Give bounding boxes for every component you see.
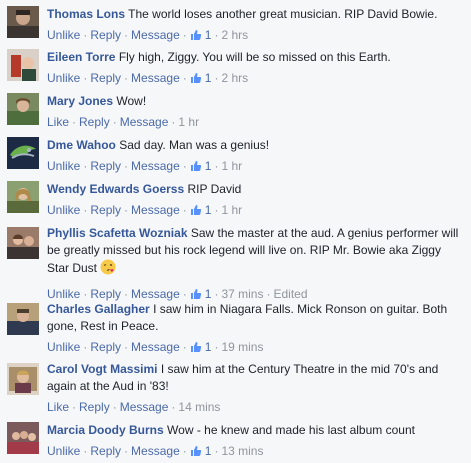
- comment-feed: Thomas Lons The world loses another grea…: [0, 0, 471, 463]
- comment-actions: Unlike · Reply · Message · 1 · 19 mins: [47, 339, 459, 358]
- like-count[interactable]: 1: [190, 28, 211, 42]
- commenter-name[interactable]: Charles Gallagher: [47, 302, 150, 316]
- message-link[interactable]: Message: [131, 203, 180, 217]
- reply-link[interactable]: Reply: [79, 400, 110, 414]
- reply-link[interactable]: Reply: [90, 444, 121, 458]
- thumbs-up-icon: [190, 341, 202, 358]
- reply-link[interactable]: Reply: [90, 287, 121, 301]
- timestamp[interactable]: 37 mins: [221, 287, 263, 301]
- avatar[interactable]: [7, 49, 39, 81]
- thumbs-up-icon: [190, 160, 202, 177]
- like-link[interactable]: Like: [47, 400, 69, 414]
- timestamp[interactable]: 2 hrs: [221, 28, 248, 42]
- avatar[interactable]: [7, 6, 39, 38]
- message-link[interactable]: Message: [131, 28, 180, 42]
- comment-actions: Like · Reply · Message · 1 hr: [47, 115, 200, 129]
- unlike-link[interactable]: Unlike: [47, 159, 80, 173]
- timestamp[interactable]: 14 mins: [178, 400, 220, 414]
- edited-link[interactable]: Edited: [273, 287, 307, 301]
- unlike-link[interactable]: Unlike: [47, 71, 80, 85]
- like-count[interactable]: 1: [190, 71, 211, 85]
- commenter-name[interactable]: Wendy Edwards Goerss: [47, 182, 184, 196]
- wink-kiss-emoji: [100, 259, 116, 280]
- unlike-link[interactable]: Unlike: [47, 203, 80, 217]
- timestamp[interactable]: 1 hr: [178, 115, 199, 129]
- timestamp[interactable]: 13 mins: [221, 444, 263, 458]
- thumbs-up-icon: [190, 445, 202, 462]
- comment-actions: Unlike · Reply · Message · 1 · 13 mins: [47, 443, 459, 462]
- unlike-link[interactable]: Unlike: [47, 340, 80, 354]
- avatar[interactable]: [7, 181, 39, 213]
- timestamp[interactable]: 1 hr: [221, 203, 242, 217]
- comment-text: Sad day. Man was a genius!: [119, 138, 270, 152]
- reply-link[interactable]: Reply: [79, 115, 110, 129]
- avatar[interactable]: [7, 363, 39, 395]
- comment-actions: Like · Reply · Message · 14 mins: [47, 400, 221, 414]
- commenter-name[interactable]: Dme Wahoo: [47, 138, 116, 152]
- avatar[interactable]: [7, 93, 39, 125]
- comment-actions: Unlike · Reply · Message · 1 · 1 hr: [47, 202, 459, 221]
- message-link[interactable]: Message: [131, 444, 180, 458]
- message-link[interactable]: Message: [120, 115, 169, 129]
- reply-link[interactable]: Reply: [90, 71, 121, 85]
- avatar[interactable]: [7, 137, 39, 169]
- like-count[interactable]: 1: [190, 340, 211, 354]
- thumbs-up-icon: [190, 29, 202, 46]
- comment-text: Wow - he knew and made his last album co…: [167, 423, 415, 437]
- timestamp[interactable]: 2 hrs: [221, 71, 248, 85]
- comment-text: RIP David: [187, 182, 242, 196]
- reply-link[interactable]: Reply: [90, 340, 121, 354]
- comment-text: The world loses another great musician. …: [128, 7, 438, 21]
- comment-actions: Unlike · Reply · Message · 1 · 1 hr: [47, 158, 459, 177]
- comment-text: Fly high, Ziggy. You will be so missed o…: [118, 50, 391, 64]
- like-link[interactable]: Like: [47, 115, 69, 129]
- timestamp[interactable]: 1 hr: [221, 159, 242, 173]
- message-link[interactable]: Message: [120, 400, 169, 414]
- unlike-link[interactable]: Unlike: [47, 28, 80, 42]
- reply-link[interactable]: Reply: [90, 159, 121, 173]
- message-link[interactable]: Message: [131, 71, 180, 85]
- avatar[interactable]: [7, 303, 39, 335]
- like-count[interactable]: 1: [190, 287, 211, 301]
- like-count[interactable]: 1: [190, 444, 211, 458]
- message-link[interactable]: Message: [131, 340, 180, 354]
- comment-text: Wow!: [116, 94, 147, 108]
- thumbs-up-icon: [190, 72, 202, 89]
- avatar[interactable]: [7, 227, 39, 259]
- commenter-name[interactable]: Marcia Doody Burns: [47, 423, 164, 437]
- message-link[interactable]: Message: [131, 287, 180, 301]
- timestamp[interactable]: 19 mins: [221, 340, 263, 354]
- thumbs-up-icon: [190, 204, 202, 221]
- comment-actions: Unlike · Reply · Message · 1 · 2 hrs: [47, 70, 459, 89]
- commenter-name[interactable]: Thomas Lons: [47, 7, 125, 21]
- message-link[interactable]: Message: [131, 159, 180, 173]
- unlike-link[interactable]: Unlike: [47, 287, 80, 301]
- commenter-name[interactable]: Carol Vogt Massimi: [47, 362, 157, 376]
- commenter-name[interactable]: Mary Jones: [47, 94, 113, 108]
- reply-link[interactable]: Reply: [90, 203, 121, 217]
- commenter-name[interactable]: Eileen Torre: [47, 50, 115, 64]
- reply-link[interactable]: Reply: [90, 28, 121, 42]
- like-count[interactable]: 1: [190, 203, 211, 217]
- comment-actions: Unlike · Reply · Message · 1 · 2 hrs: [47, 27, 459, 46]
- commenter-name[interactable]: Phyllis Scafetta Wozniak: [47, 226, 188, 240]
- like-count[interactable]: 1: [190, 159, 211, 173]
- avatar[interactable]: [7, 422, 39, 454]
- unlike-link[interactable]: Unlike: [47, 444, 80, 458]
